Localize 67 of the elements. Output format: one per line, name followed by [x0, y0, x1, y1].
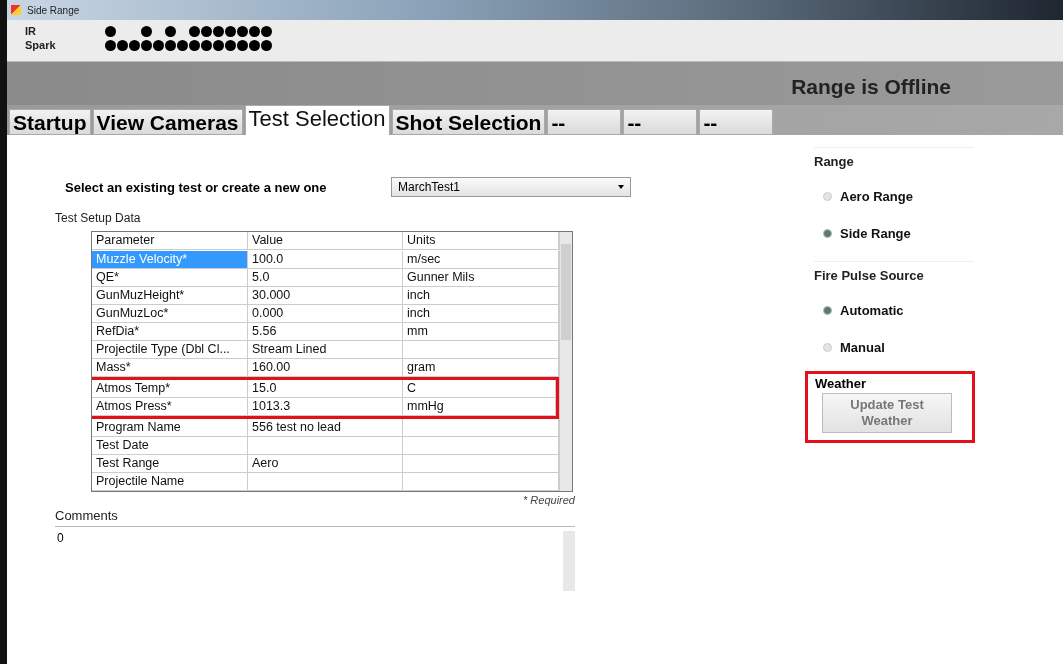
table-cell: mm — [403, 323, 559, 341]
required-note: * Required — [522, 494, 575, 506]
table-cell: 15.0 — [248, 380, 403, 398]
indicator-label: Spark — [25, 39, 57, 51]
table-cell: Gunner Mils — [403, 269, 559, 287]
table-cell: inch — [403, 287, 559, 305]
table-cell: 5.0 — [248, 269, 403, 287]
column-header[interactable]: Value — [248, 232, 403, 250]
tab[interactable]: Test Selection — [244, 105, 390, 135]
tab[interactable]: -- — [699, 109, 774, 135]
group-label: Test Setup Data — [55, 211, 142, 225]
test-dropdown[interactable]: MarchTest1 — [391, 177, 631, 197]
table-cell: mmHg — [403, 398, 556, 416]
group-label: Fire Pulse Source — [814, 268, 925, 283]
tab[interactable]: -- — [547, 109, 622, 135]
table-cell: Program Name — [92, 419, 248, 437]
table-cell: Mass* — [92, 359, 248, 377]
tab[interactable]: -- — [623, 109, 698, 135]
group-label: Weather — [815, 376, 868, 391]
table-cell: 1013.3 — [248, 398, 403, 416]
radio-icon[interactable] — [823, 305, 832, 315]
radio-icon[interactable] — [823, 191, 832, 201]
scrollbar[interactable] — [559, 232, 572, 491]
table-cell: 30.000 — [248, 287, 403, 305]
table-cell: RefDia* — [92, 323, 248, 341]
table-cell: 100.0 — [248, 251, 403, 269]
indicator-label: IR — [25, 25, 37, 37]
table-cell: Test Range — [92, 455, 248, 473]
table-cell: inch — [403, 305, 559, 323]
table-cell: 160.00 — [248, 359, 403, 377]
field-label: Select an existing test or create a new one — [64, 179, 328, 195]
table-cell: GunMuzLoc* — [92, 305, 248, 323]
table-cell: Muzzle Velocity* — [92, 251, 248, 269]
group-label: Comments — [55, 508, 119, 523]
table-cell: 556 test no lead — [248, 419, 403, 437]
table-cell: Atmos Temp* — [92, 380, 248, 398]
tab[interactable]: Startup — [9, 109, 91, 135]
comments-field[interactable]: 0 — [55, 526, 575, 592]
window-title: Side Range — [27, 4, 80, 16]
status-text: Range is Offline — [791, 75, 951, 99]
table-cell: Stream Lined — [248, 341, 403, 359]
table-cell: Projectile Type (Dbl Cl... — [92, 341, 248, 359]
group-label: Range — [814, 154, 855, 169]
table-cell: GunMuzHeight* — [92, 287, 248, 305]
radio-option[interactable]: Manual — [823, 338, 974, 356]
table-cell: Test Date — [92, 437, 248, 455]
app-icon — [11, 5, 21, 15]
radio-option[interactable]: Aero Range — [823, 187, 974, 205]
column-header[interactable]: Parameter — [92, 232, 248, 250]
table-cell: m/sec — [403, 251, 559, 269]
table-cell: gram — [403, 359, 559, 377]
table-cell: 5.56 — [248, 323, 403, 341]
tab[interactable]: View Cameras — [92, 109, 243, 135]
radio-option[interactable]: Side Range — [823, 224, 974, 242]
table-cell: 0.000 — [248, 305, 403, 323]
update-weather-button[interactable]: Update Test Weather — [822, 393, 952, 433]
radio-icon[interactable] — [823, 228, 832, 238]
radio-icon[interactable] — [823, 342, 832, 352]
table-cell: QE* — [92, 269, 248, 287]
tab[interactable]: Shot Selection — [391, 109, 546, 135]
caret-icon — [618, 185, 624, 189]
table-cell: Projectile Name — [92, 473, 248, 491]
table-cell: C — [403, 380, 556, 398]
radio-option[interactable]: Automatic — [823, 301, 974, 319]
table-cell: Aero — [248, 455, 403, 473]
table-cell: Atmos Press* — [92, 398, 248, 416]
column-header[interactable]: Units — [403, 232, 559, 250]
